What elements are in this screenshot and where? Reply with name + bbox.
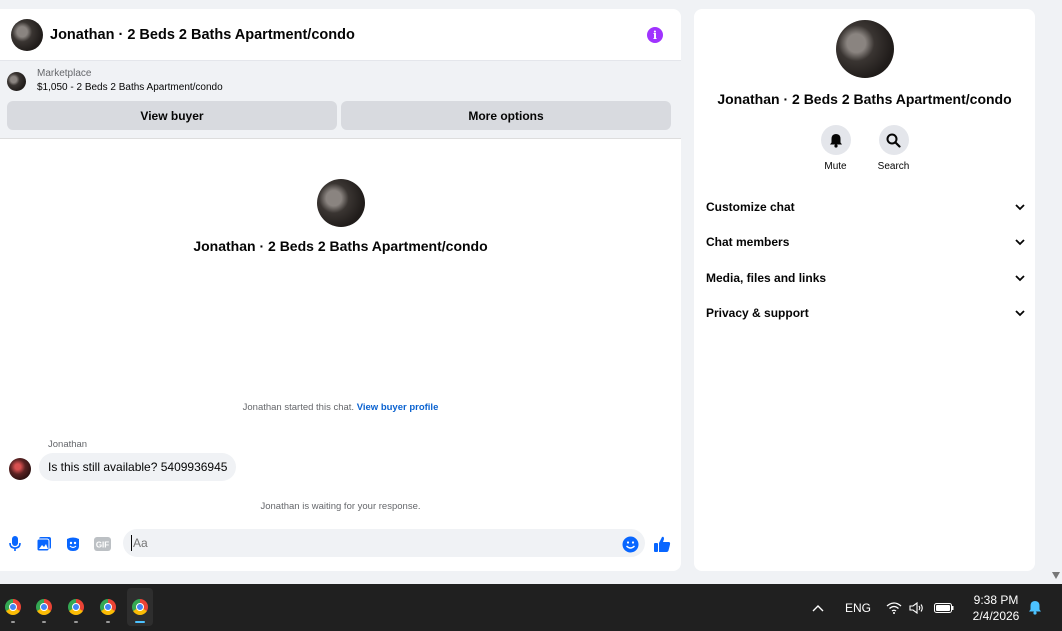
section-customize-chat[interactable]: Customize chat bbox=[706, 189, 1025, 225]
details-avatar[interactable] bbox=[835, 20, 894, 78]
microphone-icon[interactable] bbox=[6, 535, 24, 553]
chat-started-text: Jonathan started this chat. bbox=[242, 402, 355, 413]
chat-panel: Jonathan · 2 Beds 2 Baths Apartment/cond… bbox=[0, 9, 681, 571]
message-input[interactable] bbox=[123, 529, 645, 557]
clock-time: 9:38 PM bbox=[973, 593, 1019, 607]
listing-thumbnail[interactable] bbox=[7, 71, 26, 91]
battery-icon[interactable] bbox=[934, 584, 954, 631]
intro-name: Jonathan · 2 Beds 2 Baths Apartment/cond… bbox=[193, 238, 488, 254]
intro-avatar[interactable] bbox=[316, 179, 365, 227]
running-indicator bbox=[11, 621, 15, 623]
listing-title[interactable]: $1,050 - 2 Beds 2 Baths Apartment/condo bbox=[37, 81, 223, 95]
sticker-icon[interactable] bbox=[64, 535, 82, 553]
chevron-down-icon bbox=[1015, 235, 1025, 249]
section-label: Chat members bbox=[706, 235, 790, 250]
bell-icon bbox=[820, 125, 851, 155]
chat-title[interactable]: Jonathan · 2 Beds 2 Baths Apartment/cond… bbox=[50, 27, 355, 43]
chevron-down-icon bbox=[1015, 271, 1025, 285]
chevron-up-icon[interactable] bbox=[812, 584, 824, 631]
clock[interactable]: 9:38 PM 2/4/2026 bbox=[966, 592, 1026, 624]
conversation-intro: Jonathan · 2 Beds 2 Baths Apartment/cond… bbox=[0, 179, 681, 254]
section-label: Customize chat bbox=[706, 199, 795, 214]
section-label: Privacy & support bbox=[706, 306, 809, 321]
marketplace-label: Marketplace bbox=[37, 68, 92, 79]
taskbar-chrome-4[interactable] bbox=[95, 588, 121, 626]
section-chat-members[interactable]: Chat members bbox=[706, 225, 1025, 261]
clock-date: 2/4/2026 bbox=[972, 609, 1020, 623]
info-icon[interactable]: i bbox=[647, 27, 663, 43]
scroll-down-arrow[interactable] bbox=[1052, 572, 1060, 579]
section-privacy-support[interactable]: Privacy & support bbox=[706, 296, 1025, 332]
wifi-icon[interactable] bbox=[886, 584, 902, 631]
taskbar-chrome-2[interactable] bbox=[31, 588, 57, 626]
svg-text:GIF: GIF bbox=[95, 541, 108, 550]
taskbar-chrome-5[interactable] bbox=[127, 588, 153, 626]
chrome-icon bbox=[132, 599, 148, 615]
thumbs-up-icon[interactable] bbox=[653, 535, 671, 553]
search-button[interactable]: Search bbox=[877, 125, 911, 172]
notification-bell-icon[interactable] bbox=[1028, 584, 1042, 631]
conversation-details-panel: Jonathan · 2 Beds 2 Baths Apartment/cond… bbox=[694, 9, 1035, 571]
details-name: Jonathan · 2 Beds 2 Baths Apartment/cond… bbox=[717, 91, 1012, 107]
volume-icon[interactable] bbox=[909, 584, 925, 631]
details-actions: Mute Search bbox=[694, 125, 1035, 172]
active-indicator bbox=[135, 621, 145, 623]
view-buyer-profile-link[interactable]: View buyer profile bbox=[357, 402, 439, 413]
text-caret bbox=[131, 535, 132, 551]
marketplace-banner: Marketplace $1,050 - 2 Beds 2 Baths Apar… bbox=[0, 61, 681, 139]
emoji-icon[interactable] bbox=[621, 535, 639, 553]
taskbar: ENG 9:38 PM 2/4/2026 bbox=[0, 584, 1062, 631]
details-sections: Customize chat Chat members Media, files… bbox=[706, 189, 1025, 331]
chat-avatar[interactable] bbox=[11, 18, 43, 51]
chat-started-notice: Jonathan started this chat. View buyer p… bbox=[0, 402, 681, 413]
section-label: Media, files and links bbox=[706, 270, 827, 285]
language-indicator[interactable]: ENG bbox=[845, 584, 871, 631]
details-profile: Jonathan · 2 Beds 2 Baths Apartment/cond… bbox=[694, 20, 1035, 107]
search-icon bbox=[878, 125, 909, 155]
mute-button[interactable]: Mute bbox=[819, 125, 853, 172]
running-indicator bbox=[106, 621, 110, 623]
photo-icon[interactable] bbox=[35, 535, 53, 553]
chrome-icon bbox=[5, 599, 21, 615]
search-label: Search bbox=[877, 161, 910, 172]
chrome-icon bbox=[100, 599, 116, 615]
taskbar-chrome-3[interactable] bbox=[63, 588, 89, 626]
chrome-icon bbox=[68, 599, 84, 615]
running-indicator bbox=[74, 621, 78, 623]
composer: GIF bbox=[0, 525, 681, 571]
sender-avatar[interactable] bbox=[9, 458, 31, 480]
view-buyer-button[interactable]: View buyer bbox=[7, 101, 337, 130]
message-bubble[interactable]: Is this still available? 5409936945 bbox=[39, 453, 237, 481]
sender-name: Jonathan bbox=[48, 439, 88, 450]
waiting-notice: Jonathan is waiting for your response. bbox=[260, 501, 421, 512]
taskbar-chrome-1[interactable] bbox=[0, 588, 26, 626]
more-options-button[interactable]: More options bbox=[341, 101, 671, 130]
chevron-down-icon bbox=[1015, 306, 1025, 320]
section-media-files-links[interactable]: Media, files and links bbox=[706, 260, 1025, 296]
mute-label: Mute bbox=[824, 161, 847, 172]
chat-header: Jonathan · 2 Beds 2 Baths Apartment/cond… bbox=[0, 9, 681, 61]
gif-icon[interactable]: GIF bbox=[93, 535, 111, 553]
chrome-icon bbox=[36, 599, 52, 615]
running-indicator bbox=[42, 621, 46, 623]
chevron-down-icon bbox=[1015, 200, 1025, 214]
